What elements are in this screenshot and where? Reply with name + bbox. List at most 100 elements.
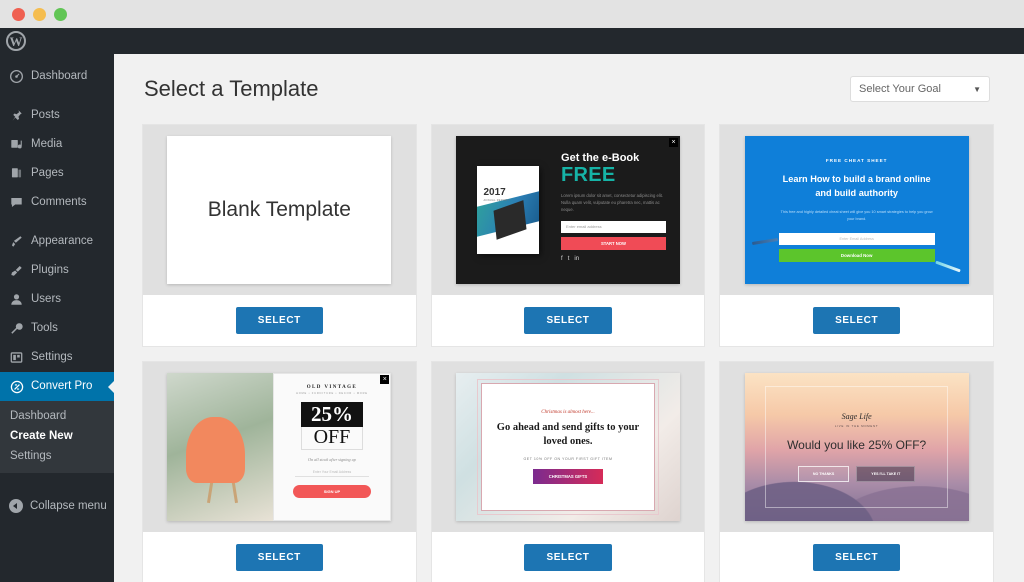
settings-icon (9, 350, 24, 365)
template-card-christmas[interactable]: Christmas is almost here... Go ahead and… (430, 361, 706, 582)
window-minimize-button[interactable] (33, 7, 46, 21)
select-button[interactable]: SELECT (524, 307, 612, 334)
media-icon (9, 137, 24, 152)
christmas-cta-button[interactable]: CHRISTMAS GIFTS (532, 469, 604, 485)
sidebar-item-comments[interactable]: Comments (0, 188, 114, 217)
brush-icon (9, 234, 24, 249)
sidebar-item-dashboard[interactable]: Dashboard (0, 62, 114, 91)
select-button[interactable]: SELECT (235, 544, 323, 571)
window-close-button[interactable] (12, 7, 25, 21)
template-preview: Christmas is almost here... Go ahead and… (431, 362, 705, 532)
vintage-discount: 25% (300, 402, 363, 427)
comment-icon (9, 195, 24, 210)
ebook-cover-subtitle: ANNUAL REPORT (483, 199, 510, 202)
sidebar-item-label: Pages (31, 166, 64, 179)
sidebar-item-label: Posts (31, 108, 60, 121)
ebook-template-preview: × 2017 ANNUAL REPORT Get the e-Book FREE… (455, 136, 680, 284)
page-layout: Dashboard Posts Media Pages Comments App… (0, 54, 1024, 582)
christmas-heading: Go ahead and send gifts to your loved on… (496, 421, 640, 447)
cheatsheet-template-preview: FREE CHEAT SHEET Learn How to build a br… (744, 136, 969, 284)
sage-frame: Sage Life LIVE IN THE MOMENT Would you l… (764, 386, 949, 508)
blank-template-title: Blank Template (207, 198, 351, 221)
sidebar-item-label: Settings (31, 350, 73, 363)
vintage-note: On all stock after signing up (308, 457, 356, 462)
user-icon (9, 292, 24, 307)
sidebar-divider (0, 217, 114, 227)
vintage-chair-photo (167, 373, 273, 521)
template-card-footer: SELECT (720, 532, 993, 582)
ebook-copy-area: Get the e-Book FREE Lorem ipsum dolor si… (559, 136, 680, 284)
sidebar-item-plugins[interactable]: Plugins (0, 256, 114, 285)
sidebar-item-label: Users (31, 292, 62, 305)
vintage-email-input[interactable]: Enter Your Email Address (313, 470, 351, 474)
window-titlebar (0, 0, 1024, 28)
cheatsheet-cta-button[interactable]: Download Now (778, 248, 935, 262)
vintage-cta-button[interactable]: SIGN UP (292, 485, 371, 498)
close-icon[interactable]: × (668, 138, 678, 147)
sidebar-item-pages[interactable]: Pages (0, 159, 114, 188)
ebook-cover-year: 2017 (483, 187, 506, 198)
sidebar-item-label: Dashboard (31, 69, 88, 82)
template-card-blank[interactable]: Blank Template SELECT (142, 124, 417, 347)
sage-heading: Would you like 25% OFF? (787, 438, 927, 453)
sage-decline-button[interactable]: NO THANKS (797, 465, 850, 482)
sidebar-item-posts[interactable]: Posts (0, 101, 114, 130)
submenu-item-dashboard[interactable]: Dashboard (0, 406, 114, 426)
template-preview: × OLD VINTAGE HOME • FURNITURE • DECOR •… (143, 362, 416, 532)
template-card-footer: SELECT (720, 295, 993, 346)
sidebar-item-settings[interactable]: Settings (0, 343, 114, 372)
pencil-icon (934, 260, 961, 273)
collapse-menu-button[interactable]: Collapse menu (0, 491, 114, 521)
cheatsheet-body-text: This free and highly detailed cheat shee… (780, 210, 933, 221)
sidebar-item-label: Tools (31, 321, 58, 334)
facebook-icon[interactable]: f (561, 256, 563, 262)
window-maximize-button[interactable] (54, 7, 67, 21)
template-card-cheatsheet[interactable]: FREE CHEAT SHEET Learn How to build a br… (719, 124, 994, 347)
linkedin-icon[interactable]: in (574, 256, 579, 262)
ebook-highlight: FREE (561, 164, 616, 187)
select-button[interactable]: SELECT (524, 544, 612, 571)
ebook-email-input[interactable]: Enter email address (561, 220, 666, 233)
vintage-logo-subtitle: HOME • FURNITURE • DECOR • MORE (296, 392, 368, 395)
main-content: Select a Template Select Your Goal ▼ Bla… (114, 54, 1024, 582)
select-button[interactable]: SELECT (813, 307, 901, 334)
goal-select-dropdown[interactable]: Select Your Goal ▼ (850, 76, 990, 102)
sidebar-item-media[interactable]: Media (0, 130, 114, 159)
wordpress-logo-icon[interactable]: W (6, 31, 26, 51)
ebook-cover-area: 2017 ANNUAL REPORT (456, 136, 559, 284)
twitter-icon[interactable]: t (568, 256, 570, 262)
sidebar-divider (0, 91, 114, 101)
sage-accept-button[interactable]: YES I'LL TAKE IT (856, 465, 916, 482)
sidebar-item-appearance[interactable]: Appearance (0, 227, 114, 256)
submenu-item-create-new[interactable]: Create New (0, 426, 114, 446)
chair-leg-shape (230, 476, 238, 503)
sidebar-item-users[interactable]: Users (0, 285, 114, 314)
cheatsheet-email-input[interactable]: Enter Email Address (778, 232, 935, 245)
vintage-discount-label: OFF (300, 427, 364, 450)
chair-leg-shape (207, 476, 215, 503)
template-card-footer: SELECT (431, 295, 705, 346)
sidebar-item-tools[interactable]: Tools (0, 314, 114, 343)
submenu-item-settings[interactable]: Settings (0, 446, 114, 466)
sidebar-item-label: Convert Pro (31, 379, 93, 392)
chevron-down-icon: ▼ (973, 84, 981, 94)
convert-pro-icon (9, 379, 24, 394)
christmas-subtext: GET 10% OFF ON YOUR FIRST GIFT ITEM (523, 457, 613, 462)
collapse-arrow-icon (9, 499, 23, 513)
select-button[interactable]: SELECT (235, 307, 323, 334)
sage-logo-subtitle: LIVE IN THE MOMENT (834, 424, 879, 429)
template-card-vintage[interactable]: × OLD VINTAGE HOME • FURNITURE • DECOR •… (142, 361, 417, 582)
blank-template-preview: Blank Template (167, 136, 392, 284)
cheatsheet-eyebrow: FREE CHEAT SHEET (825, 158, 888, 164)
sidebar-item-convert-pro[interactable]: Convert Pro (0, 372, 114, 401)
vintage-logo: OLD VINTAGE (306, 385, 358, 390)
ebook-cover-image: 2017 ANNUAL REPORT (476, 166, 539, 254)
ebook-cta-button[interactable]: START NOW (561, 236, 666, 250)
template-card-sage[interactable]: Sage Life LIVE IN THE MOMENT Would you l… (719, 361, 994, 582)
template-card-footer: SELECT (143, 295, 416, 346)
page-title: Select a Template (144, 76, 319, 101)
close-icon[interactable]: × (380, 375, 390, 384)
template-card-ebook[interactable]: × 2017 ANNUAL REPORT Get the e-Book FREE… (430, 124, 706, 347)
sage-template-preview: Sage Life LIVE IN THE MOMENT Would you l… (744, 373, 969, 521)
select-button[interactable]: SELECT (813, 544, 901, 571)
